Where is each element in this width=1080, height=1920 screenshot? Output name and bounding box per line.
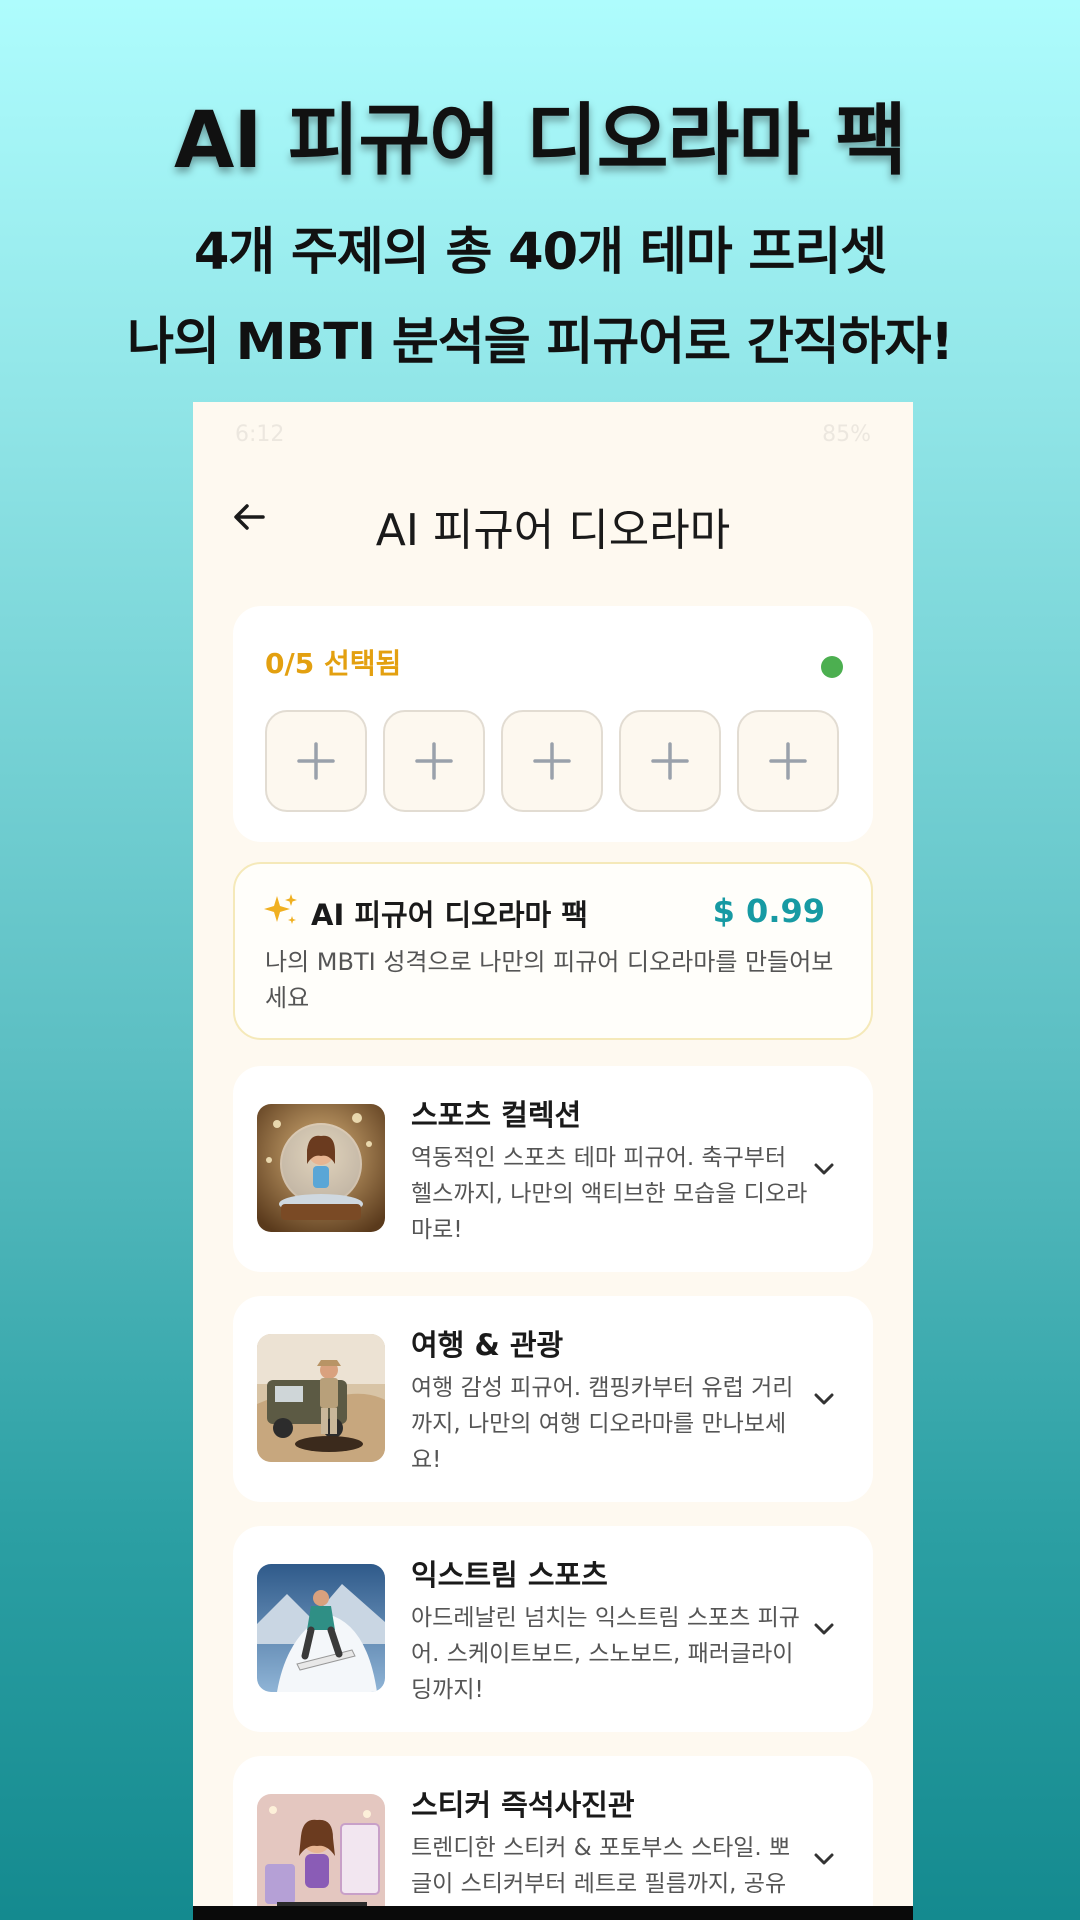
add-slot-button[interactable]	[737, 710, 839, 812]
chevron-down-icon[interactable]	[809, 1614, 839, 1644]
theme-item-extreme[interactable]: 익스트림 스포츠 아드레날린 넘치는 익스트림 스포츠 피규어. 스케이트보드,…	[233, 1526, 873, 1732]
add-slot-button[interactable]	[619, 710, 721, 812]
promo-subtitle-1: 4개 주제의 총 40개 테마 프리셋	[193, 223, 887, 282]
phone-screen: 6:12 85% AI 피규어 디오라마 0/5 선택됨 AI 피규어 디오라마…	[193, 402, 913, 1920]
theme-item-sports[interactable]: 스포츠 컬렉션 역동적인 스포츠 테마 피규어. 축구부터 헬스까지, 나만의 …	[233, 1066, 873, 1272]
theme-thumbnail	[257, 1564, 385, 1692]
theme-description: 트렌디한 스티커 & 포토부스 스타일. 뽀글이 스티커부터 레트로 필름까지,…	[411, 1835, 791, 1897]
plus-icon	[297, 742, 335, 780]
chevron-down-icon[interactable]	[809, 1154, 839, 1184]
theme-description: 역동적인 스포츠 테마 피규어. 축구부터 헬스까지, 나만의 액티브한 모습을…	[411, 1145, 808, 1243]
theme-title: 익스트림 스포츠	[411, 1558, 608, 1592]
theme-description: 아드레날린 넘치는 익스트림 스포츠 피규어. 스케이트보드, 스노보드, 패러…	[411, 1605, 800, 1703]
theme-thumbnail	[257, 1794, 385, 1920]
pack-title: AI 피규어 디오라마 팩	[311, 898, 588, 932]
selection-card: 0/5 선택됨	[233, 606, 873, 842]
theme-description: 여행 감성 피규어. 캠핑카부터 유럽 거리까지, 나만의 여행 디오라마를 만…	[411, 1375, 794, 1473]
theme-title: 스티커 즉석사진관	[411, 1788, 635, 1822]
plus-icon	[415, 742, 453, 780]
chevron-down-icon[interactable]	[809, 1384, 839, 1414]
plus-icon	[651, 742, 689, 780]
app-header: AI 피규어 디오라마	[193, 472, 913, 562]
theme-thumbnail	[257, 1104, 385, 1232]
add-slot-button[interactable]	[265, 710, 367, 812]
pack-description: 나의 MBTI 성격으로 나만의 피규어 디오라마를 만들어보세요	[265, 948, 834, 1012]
sparkle-icon	[264, 894, 297, 924]
plus-icon	[769, 742, 807, 780]
navigation-bar	[193, 1906, 913, 1920]
promo-subtitle-2: 나의 MBTI 분석을 피규어로 간직하자!	[127, 313, 954, 372]
pack-purchase-card[interactable]: AI 피규어 디오라마 팩 $ 0.99 나의 MBTI 성격으로 나만의 피규…	[233, 862, 873, 1040]
plus-icon	[533, 742, 571, 780]
add-slot-button[interactable]	[501, 710, 603, 812]
status-time: 6:12	[235, 422, 285, 447]
status-bar: 6:12 85%	[193, 414, 913, 454]
page-title: AI 피규어 디오라마	[375, 505, 731, 556]
theme-title: 여행 & 관광	[411, 1328, 564, 1362]
promo-title: AI 피규어 디오라마 팩	[174, 96, 907, 186]
theme-item-travel[interactable]: 여행 & 관광 여행 감성 피규어. 캠핑카부터 유럽 거리까지, 나만의 여행…	[233, 1296, 873, 1502]
pack-price[interactable]: $ 0.99	[713, 892, 825, 930]
status-battery: 85%	[822, 422, 871, 447]
status-dot	[821, 656, 843, 678]
theme-thumbnail	[257, 1334, 385, 1462]
theme-item-sticker[interactable]: 스티커 즉석사진관 트렌디한 스티커 & 포토부스 스타일. 뽀글이 스티커부터…	[233, 1756, 873, 1920]
selection-count: 0/5 선택됨	[265, 647, 402, 680]
theme-title: 스포츠 컬렉션	[411, 1098, 582, 1132]
add-slot-button[interactable]	[383, 710, 485, 812]
chevron-down-icon[interactable]	[809, 1844, 839, 1874]
